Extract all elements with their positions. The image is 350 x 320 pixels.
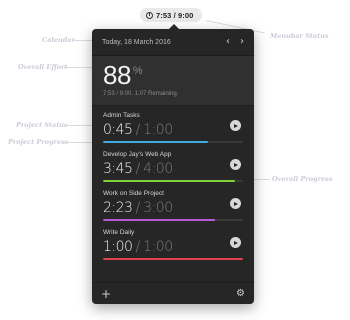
annotation-project-status-line	[64, 125, 92, 126]
overall-remaining: 7:53 / 9:00. 1:07 Remaining.	[103, 91, 179, 97]
project-name: Write Daily	[103, 229, 135, 236]
project-time: 1:00 / 1:00	[103, 239, 243, 255]
project-time-spent: 1:00	[103, 239, 133, 255]
annotation-project-progress-line	[64, 142, 92, 143]
project-name: Work on Side Project	[103, 190, 164, 197]
project-time-goal: 1:00	[143, 122, 173, 138]
project-time: 3:45 / 4:00	[103, 161, 243, 177]
project-progress-fill	[103, 258, 243, 260]
chevron-right-icon[interactable]: ›	[240, 37, 244, 47]
project-time-spent: 3:45	[103, 161, 133, 177]
annotation-overall-progress: Overall Progress	[272, 175, 333, 183]
current-date: Today, 18 March 2016	[102, 38, 171, 46]
annotation-menubar-status: Menubar Status	[270, 32, 329, 40]
play-icon[interactable]	[230, 159, 241, 170]
annotation-project-progress: Project Progress	[8, 138, 69, 146]
menubar-time: 7:53 / 9:00	[156, 10, 194, 20]
play-icon[interactable]	[230, 237, 241, 248]
calendar-header: Today, 18 March 2016 ‹ ›	[92, 29, 254, 56]
project-progress-fill	[103, 141, 208, 143]
gear-icon[interactable]: ⚙	[236, 288, 245, 299]
time-separator: /	[135, 239, 141, 255]
overall-effort: 88 % 7:53 / 9:00. 1:07 Remaining.	[92, 56, 254, 106]
play-icon[interactable]	[230, 198, 241, 209]
annotation-project-status: Project Status	[16, 121, 68, 129]
project-time-spent: 2:23	[103, 200, 133, 216]
time-separator: /	[135, 200, 141, 216]
annotation-overall-effort-line	[64, 67, 92, 68]
project-item[interactable]: Admin Tasks 0:45 / 1:00	[103, 106, 243, 145]
panel-footer: + ⚙	[92, 282, 254, 304]
percent-sign: %	[132, 65, 143, 77]
project-progress-bar	[103, 180, 243, 182]
menubar-status-item[interactable]: 7:53 / 9:00	[140, 8, 202, 22]
project-time-goal: 3:00	[143, 200, 173, 216]
project-time-goal: 4:00	[143, 161, 173, 177]
project-time: 2:23 / 3:00	[103, 200, 243, 216]
annotation-overall-progress-line	[254, 179, 270, 180]
project-item[interactable]: Develop Jay's Web App 3:45 / 4:00	[103, 145, 243, 184]
plus-icon[interactable]: +	[101, 287, 111, 301]
chevron-left-icon[interactable]: ‹	[226, 37, 230, 47]
annotation-calendar: Calendar	[42, 36, 75, 44]
project-list: Admin Tasks 0:45 / 1:00 Develop Jay's We…	[92, 106, 254, 262]
project-progress-bar	[103, 141, 243, 143]
annotation-overall-effort: Overall Effort	[18, 63, 68, 71]
project-progress-bar	[103, 258, 243, 260]
project-time-spent: 0:45	[103, 122, 133, 138]
annotation-calendar-line	[72, 40, 92, 41]
project-name: Develop Jay's Web App	[103, 151, 172, 158]
project-progress-fill	[103, 219, 215, 221]
time-separator: /	[135, 161, 141, 177]
play-icon[interactable]	[230, 120, 241, 131]
project-progress-fill	[103, 180, 235, 182]
stage: Calendar Overall Effort Project Status P…	[0, 0, 350, 320]
popover-panel: Today, 18 March 2016 ‹ › 88 % 7:53 / 9:0…	[92, 29, 254, 304]
project-name: Admin Tasks	[103, 112, 140, 119]
clock-icon	[146, 11, 153, 19]
project-item[interactable]: Write Daily 1:00 / 1:00	[103, 223, 243, 262]
project-time-goal: 1:00	[143, 239, 173, 255]
project-item[interactable]: Work on Side Project 2:23 / 3:00	[103, 184, 243, 223]
project-time: 0:45 / 1:00	[103, 122, 243, 138]
project-progress-bar	[103, 219, 243, 221]
date-navigation: ‹ ›	[226, 37, 244, 47]
overall-percent: 88	[103, 60, 131, 90]
time-separator: /	[135, 122, 141, 138]
overall-percent-group: 88 %	[103, 62, 243, 88]
